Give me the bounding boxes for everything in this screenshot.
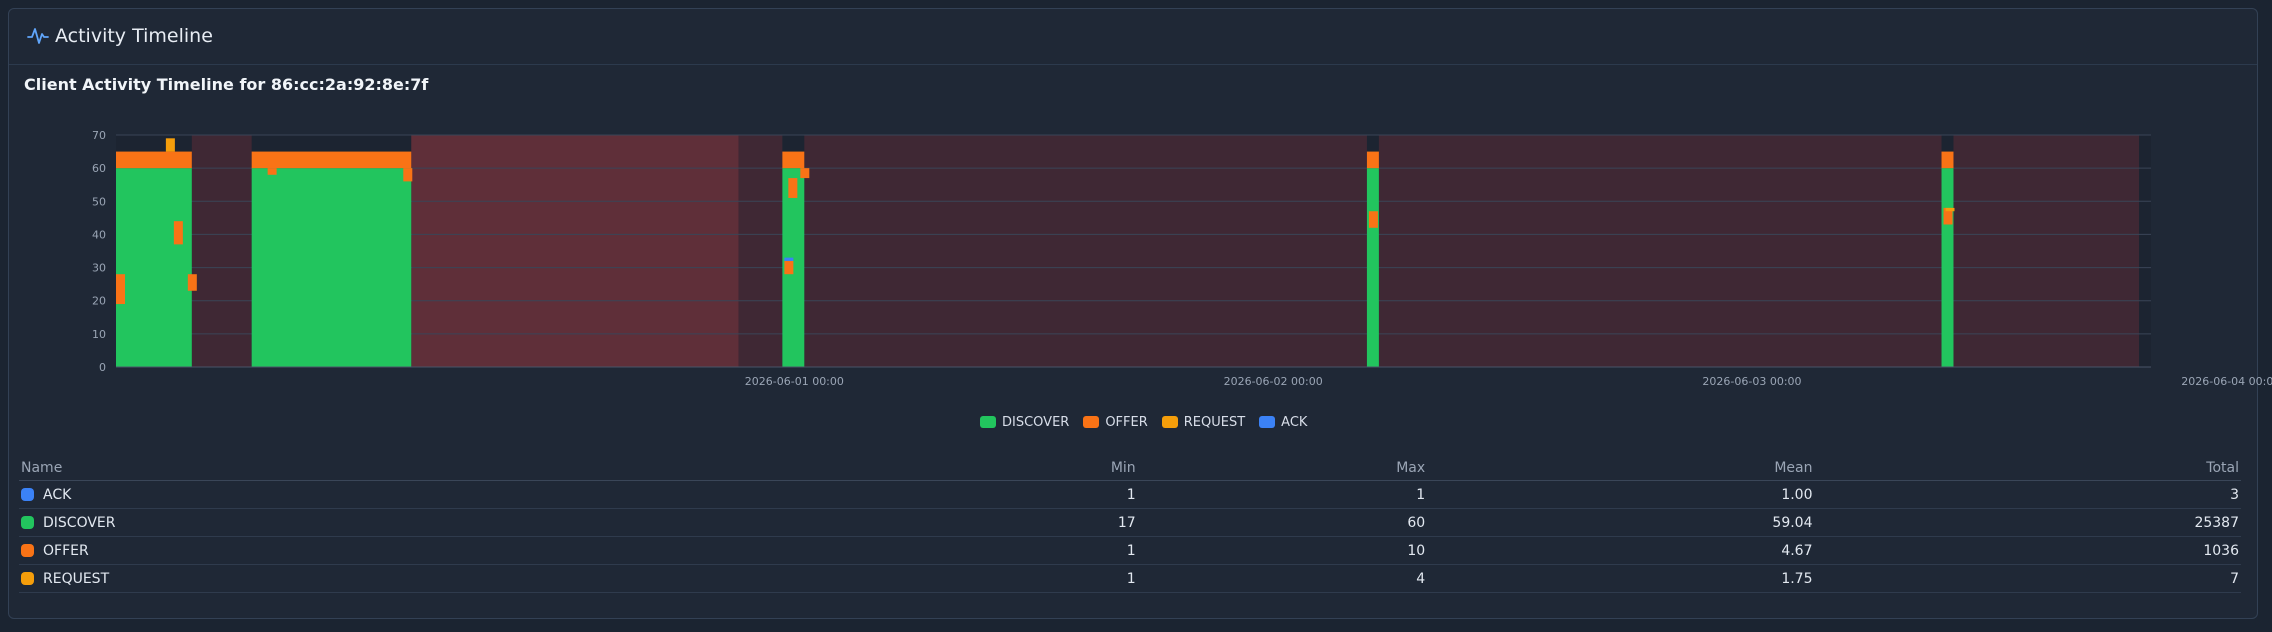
mean-cell: 1.75: [1427, 564, 1815, 593]
total-cell: 25387: [1814, 508, 2241, 537]
legend-label: OFFER: [1105, 414, 1148, 430]
y-tick-label: 60: [92, 162, 106, 175]
max-cell: 60: [1137, 508, 1428, 537]
bar-discover: [116, 168, 192, 367]
column-header-total[interactable]: Total: [1814, 456, 2241, 481]
series-stats-table: Name Min Max Mean Total ACK 1 1 1.00 3 D…: [19, 456, 2241, 593]
legend-item-ack[interactable]: ACK: [1259, 415, 1307, 430]
table-header-row: Name Min Max Mean Total: [19, 456, 2241, 481]
max-cell: 4: [1137, 564, 1428, 593]
gap-range-shade: [1953, 135, 2140, 367]
marker-offer: [403, 168, 413, 182]
x-tick-label: 2026-06-04 00:00: [2181, 375, 2272, 388]
table-row[interactable]: DISCOVER 17 60 59.04 25387: [19, 508, 2241, 537]
highlight-range-shade: [411, 135, 739, 367]
chart-legend: DISCOVER OFFER REQUEST ACK: [980, 412, 1307, 432]
series-name: ACK: [43, 486, 72, 503]
legend-item-request[interactable]: REQUEST: [1161, 414, 1246, 430]
series-color-dot: [21, 515, 34, 529]
legend-swatch: [1083, 416, 1100, 428]
total-cell: 1036: [1814, 536, 2241, 565]
marker-request: [165, 138, 175, 152]
y-tick-label: 70: [92, 129, 106, 142]
marker-offer: [267, 168, 277, 175]
legend-item-discover[interactable]: DISCOVER: [980, 415, 1069, 430]
x-tick-label: 2026-06-02 00:00: [1224, 375, 1323, 388]
marker-offer: [173, 221, 183, 245]
min-cell: 17: [884, 508, 1138, 537]
bar-offer: [1366, 151, 1379, 169]
max-cell: 1: [1137, 480, 1428, 509]
column-header-min[interactable]: Min: [884, 456, 1138, 481]
legend-label: DISCOVER: [1002, 414, 1070, 430]
marker-offer: [187, 274, 197, 291]
table-row[interactable]: ACK 1 1 1.00 3: [19, 480, 2241, 509]
legend-item-offer[interactable]: OFFER: [1083, 414, 1148, 430]
x-tick-label: 2026-06-03 00:00: [1702, 375, 1801, 388]
marker-offer: [116, 274, 125, 305]
series-color-dot: [21, 487, 34, 501]
series-name-cell: REQUEST: [19, 564, 885, 593]
bar-offer: [1941, 151, 1954, 169]
marker-offer: [784, 260, 794, 275]
min-cell: 1: [884, 480, 1138, 509]
y-tick-label: 30: [92, 262, 106, 275]
y-tick-label: 0: [99, 361, 106, 374]
min-cell: 1: [884, 564, 1138, 593]
legend-label: ACK: [1281, 414, 1308, 430]
series-color-dot: [21, 571, 34, 585]
series-color-dot: [21, 543, 34, 557]
marker-offer: [1368, 211, 1378, 228]
total-cell: 3: [1814, 480, 2241, 509]
bar-discover: [1941, 168, 1954, 367]
bar-offer: [782, 151, 805, 169]
x-tick-label: 2026-06-01 00:00: [745, 375, 844, 388]
table-row[interactable]: OFFER 1 10 4.67 1036: [19, 536, 2241, 565]
legend-swatch: [1161, 416, 1178, 428]
y-tick-label: 10: [92, 328, 106, 341]
max-cell: 10: [1137, 536, 1428, 565]
bar-discover: [251, 168, 412, 367]
legend-swatch: [1259, 416, 1276, 428]
marker-request: [1945, 207, 1955, 212]
series-name: REQUEST: [43, 570, 110, 587]
gap-range-shade: [191, 135, 252, 367]
total-cell: 7: [1814, 564, 2241, 593]
bar-offer: [251, 151, 412, 169]
column-header-max[interactable]: Max: [1137, 456, 1428, 481]
legend-swatch: [980, 416, 996, 428]
marker-offer: [800, 168, 810, 179]
legend-label: REQUEST: [1183, 414, 1246, 430]
min-cell: 1: [884, 536, 1138, 565]
mean-cell: 59.04: [1427, 508, 1815, 537]
mean-cell: 1.00: [1427, 480, 1815, 509]
marker-ack: [784, 257, 794, 261]
y-tick-label: 40: [92, 228, 106, 241]
column-header-name[interactable]: Name: [19, 456, 885, 481]
gap-range-shade: [804, 135, 1367, 367]
mean-cell: 4.67: [1427, 536, 1815, 565]
bar-discover: [1366, 168, 1379, 367]
series-name-cell: ACK: [19, 480, 885, 509]
y-tick-label: 20: [92, 295, 106, 308]
gap-range-shade: [1378, 135, 1942, 367]
bar-offer: [116, 151, 192, 169]
series-name-cell: DISCOVER: [19, 508, 885, 537]
series-name: DISCOVER: [43, 514, 116, 531]
y-tick-label: 50: [92, 195, 106, 208]
column-header-mean[interactable]: Mean: [1427, 456, 1815, 481]
series-name: OFFER: [43, 542, 89, 559]
table-row[interactable]: REQUEST 1 4 1.75 7: [19, 564, 2241, 593]
marker-offer: [788, 178, 798, 198]
activity-chart: 0 10 20 30 40 50 60 70 2026-06-01 00:00 2026-06-0…: [92, 129, 2272, 388]
series-name-cell: OFFER: [19, 536, 885, 565]
